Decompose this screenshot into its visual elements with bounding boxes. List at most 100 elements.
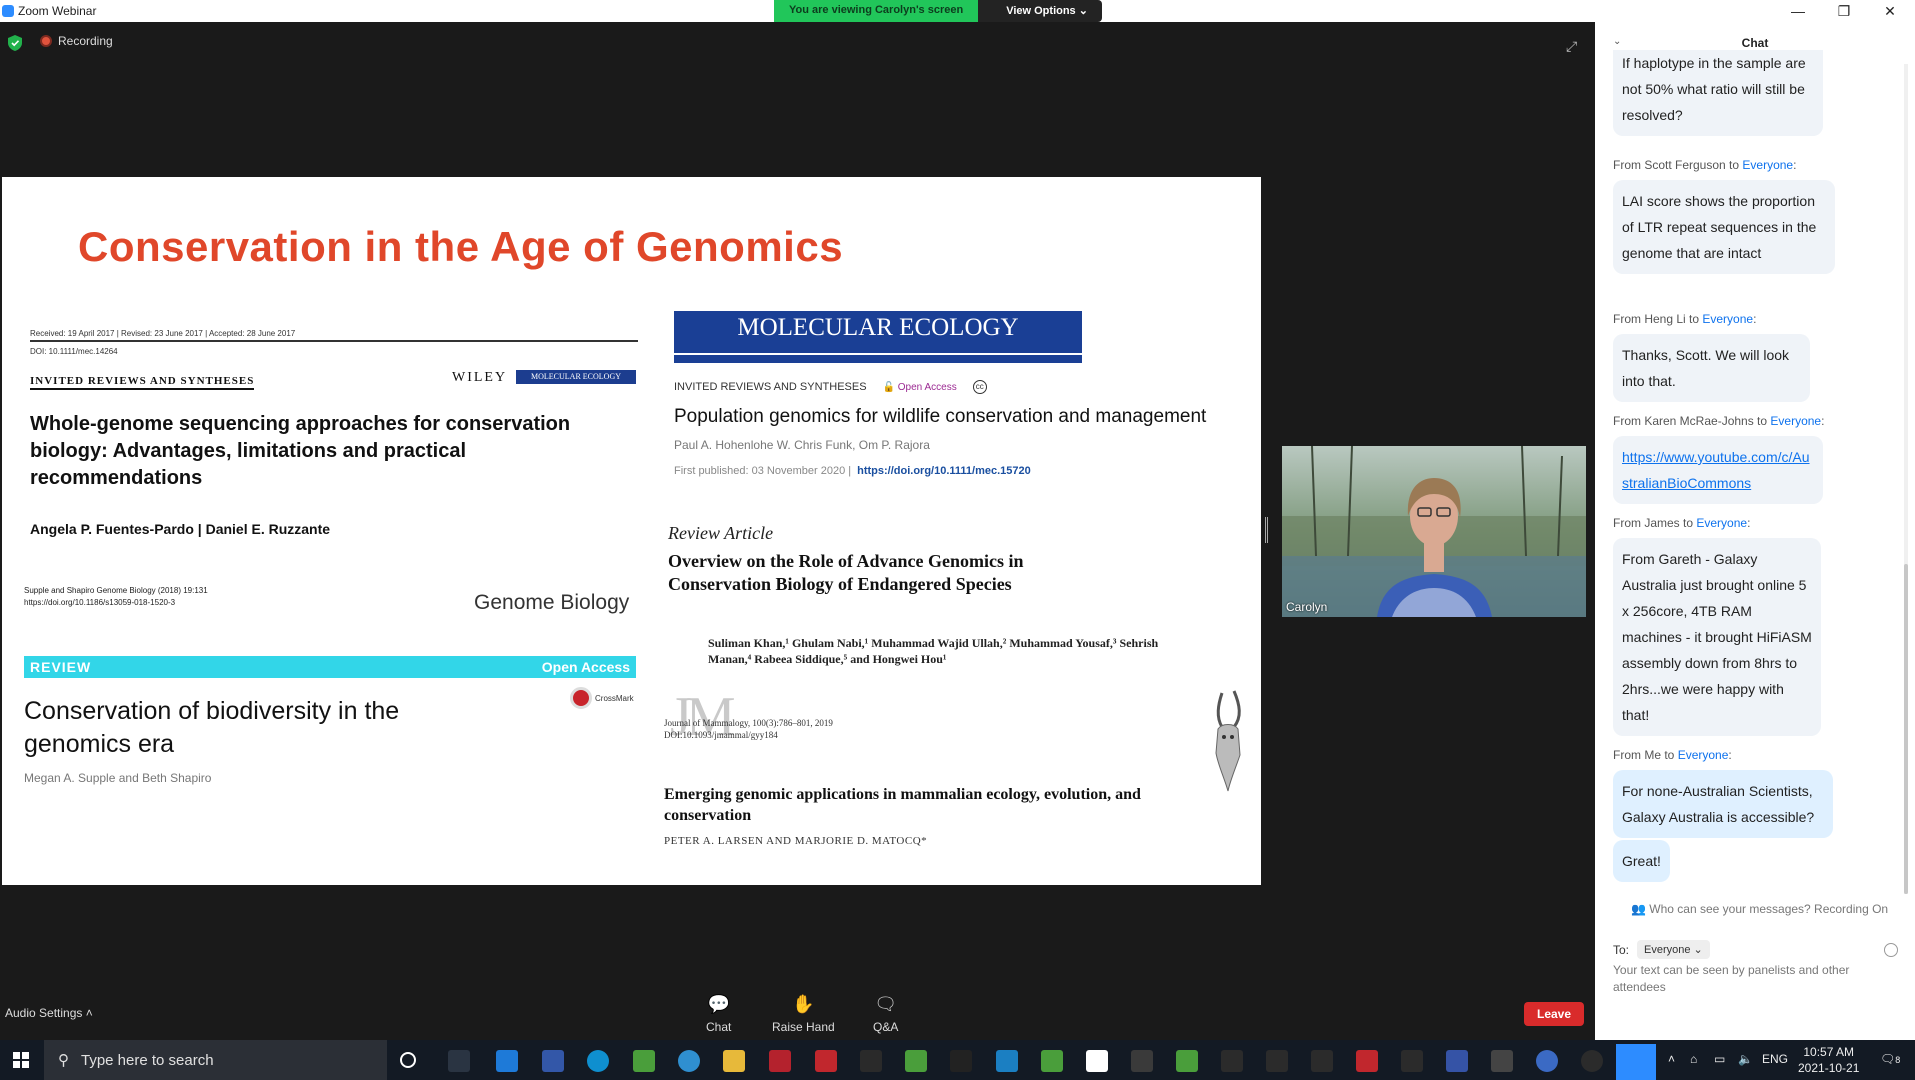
- paper3-doi: https://doi.org/10.1111/mec.15720: [857, 465, 1031, 477]
- genome-biology-logo: Genome Biology: [474, 591, 630, 614]
- github-icon[interactable]: [1401, 1050, 1423, 1072]
- taskbar-search-placeholder: Type here to search: [81, 1051, 214, 1069]
- fullscreen-icon[interactable]: ⤢: [1566, 38, 1582, 54]
- molecular-ecology-badge: MOLECULAR ECOLOGY: [516, 370, 636, 384]
- language-indicator[interactable]: ENG: [1762, 1052, 1788, 1066]
- minimize-button[interactable]: —: [1775, 0, 1821, 22]
- app-icon[interactable]: [950, 1050, 972, 1072]
- chat-message[interactable]: If haplotype in the sample are not 50% w…: [1613, 50, 1823, 136]
- app-icon[interactable]: [542, 1050, 564, 1072]
- volume-icon[interactable]: 🔈: [1738, 1052, 1753, 1066]
- cortana-icon[interactable]: [400, 1052, 416, 1068]
- taskbar-clock[interactable]: 10:57 AM 2021-10-21: [1798, 1044, 1859, 1076]
- privacy-note-text: Who can see your messages? Recording On: [1649, 902, 1889, 916]
- chat-message[interactable]: LAI score shows the proportion of LTR re…: [1613, 180, 1835, 274]
- chat-scrollbar[interactable]: [1904, 64, 1908, 894]
- chat-input[interactable]: Your text can be seen by panelists and o…: [1613, 962, 1893, 996]
- app-icon[interactable]: [1131, 1050, 1153, 1072]
- recipient-dropdown[interactable]: Everyone ⌄: [1637, 940, 1710, 959]
- r-icon[interactable]: [1536, 1050, 1558, 1072]
- paper3-open-access: Open Access: [897, 381, 957, 393]
- speaker-video-image: [1282, 446, 1586, 617]
- paper1-title: Whole-genome sequencing approaches for c…: [30, 413, 571, 489]
- speaker-video[interactable]: Carolyn: [1282, 446, 1586, 617]
- raise-hand-label: Raise Hand: [772, 1020, 835, 1034]
- chevron-up-icon: ˄: [85, 1006, 93, 1020]
- chat-panel: ⌄ Chat If haplotype in the sample are no…: [1595, 22, 1915, 1040]
- app-icon[interactable]: [1086, 1050, 1108, 1072]
- app-icon[interactable]: [1446, 1050, 1468, 1072]
- zoom-taskbar-icon[interactable]: [1616, 1044, 1656, 1080]
- view-options-button[interactable]: View Options ⌄: [978, 0, 1102, 22]
- chat-message[interactable]: Thanks, Scott. We will look into that.: [1613, 334, 1810, 402]
- qa-button[interactable]: 🗨 Q&A: [873, 994, 898, 1034]
- tray-chevron-icon[interactable]: ˄: [1668, 1052, 1675, 1066]
- chat-scrollbar-thumb[interactable]: [1904, 564, 1908, 894]
- to-label: To:: [1613, 942, 1630, 957]
- paper5-title: Emerging genomic applications in mammali…: [664, 786, 1141, 824]
- crossmark-label: CrossMark: [595, 693, 634, 703]
- taskbar-search[interactable]: ⚲ Type here to search: [44, 1040, 387, 1080]
- windows-taskbar: ⚲ Type here to search ˄ ⌂ ▭ 🔈 ENG 10:57 …: [0, 1040, 1915, 1080]
- audio-settings-button[interactable]: Audio Settings ˄: [5, 1006, 93, 1020]
- file-explorer-icon[interactable]: [723, 1050, 745, 1072]
- wiley-logo: WILEY: [452, 370, 508, 385]
- paper3-title: Population genomics for wildlife conserv…: [674, 406, 1207, 427]
- chevron-down-icon: ⌄: [1078, 5, 1088, 17]
- sender-name: From Karen McRae-Johns to: [1613, 414, 1771, 428]
- open-access-label: Open Access: [541, 659, 630, 675]
- resize-handle[interactable]: [1265, 517, 1268, 543]
- app-icon[interactable]: [1221, 1050, 1243, 1072]
- chat-privacy-note[interactable]: 👥 Who can see your messages? Recording O…: [1631, 902, 1888, 916]
- raise-hand-button[interactable]: ✋ Raise Hand: [772, 994, 835, 1034]
- leave-button[interactable]: Leave: [1524, 1002, 1584, 1026]
- paper1-section: INVITED REVIEWS AND SYNTHESES: [30, 375, 255, 390]
- app-icon[interactable]: [815, 1050, 837, 1072]
- paper5-doi: DOI:10.1093/jmammal/gyy184: [664, 730, 778, 740]
- recipient-value: Everyone: [1644, 944, 1691, 956]
- edge-icon[interactable]: [587, 1050, 609, 1072]
- notification-icon[interactable]: 🗨8: [1880, 1052, 1900, 1066]
- app-icon[interactable]: [1266, 1050, 1288, 1072]
- task-view-icon[interactable]: [448, 1050, 470, 1072]
- recording-indicator[interactable]: Recording: [40, 34, 113, 48]
- close-button[interactable]: ✕: [1867, 0, 1913, 22]
- recipient-name: Everyone: [1742, 158, 1794, 172]
- paper2-title: Conservation of biodiversity in the geno…: [24, 697, 400, 758]
- encryption-shield-icon[interactable]: [8, 35, 22, 51]
- paper1-authors: Angela P. Fuentes-Pardo | Daniel E. Ruzz…: [30, 521, 331, 537]
- network-icon[interactable]: ⌂: [1690, 1052, 1697, 1066]
- chat-button[interactable]: 💬 Chat: [706, 994, 731, 1034]
- chrome-app-icon[interactable]: [1176, 1050, 1198, 1072]
- chat-message[interactable]: From Gareth - Galaxy Australia just brou…: [1613, 538, 1821, 736]
- app-icon[interactable]: [769, 1050, 791, 1072]
- recipient-name: Everyone: [1702, 312, 1754, 326]
- chrome-app-icon[interactable]: [633, 1050, 655, 1072]
- paper5-citation: Journal of Mammalogy, 100(3):786–801, 20…: [664, 717, 833, 741]
- paper4-title: Overview on the Role of Advance Genomics…: [668, 551, 1024, 594]
- app-icon[interactable]: [860, 1050, 882, 1072]
- chat-message[interactable]: Great!: [1613, 840, 1670, 882]
- paper5-authors: PETER A. LARSEN AND MARJORIE D. MATOCQ*: [664, 835, 928, 847]
- chat-message[interactable]: For none-Australian Scientists, Galaxy A…: [1613, 770, 1833, 838]
- chrome-app-icon[interactable]: [905, 1050, 927, 1072]
- app-icon[interactable]: [996, 1050, 1018, 1072]
- start-button[interactable]: [0, 1040, 42, 1080]
- app-icon[interactable]: [1356, 1050, 1378, 1072]
- slide-title: Conservation in the Age of Genomics: [78, 223, 844, 270]
- edge-legacy-icon[interactable]: [496, 1050, 518, 1072]
- app-icon[interactable]: [1491, 1050, 1513, 1072]
- chat-message-link[interactable]: https://www.youtube.com/c/AustralianBioC…: [1622, 449, 1810, 491]
- open-access-lock-icon: 🔓 Open Access: [882, 381, 957, 393]
- restore-button[interactable]: ❐: [1821, 0, 1867, 22]
- search-icon: ⚲: [58, 1052, 69, 1069]
- chrome-app-icon[interactable]: [1041, 1050, 1063, 1072]
- app-icon[interactable]: [1311, 1050, 1333, 1072]
- wifi-icon[interactable]: ▭: [1714, 1052, 1725, 1066]
- app-icon[interactable]: [1581, 1050, 1603, 1072]
- chat-message-sender: From Scott Ferguson to Everyone:: [1613, 158, 1797, 172]
- browser-icon[interactable]: [678, 1050, 700, 1072]
- zoom-app-icon: [2, 5, 14, 17]
- paper2-citation: Supple and Shapiro Genome Biology (2018)…: [24, 585, 208, 609]
- emoji-icon[interactable]: [1884, 943, 1898, 957]
